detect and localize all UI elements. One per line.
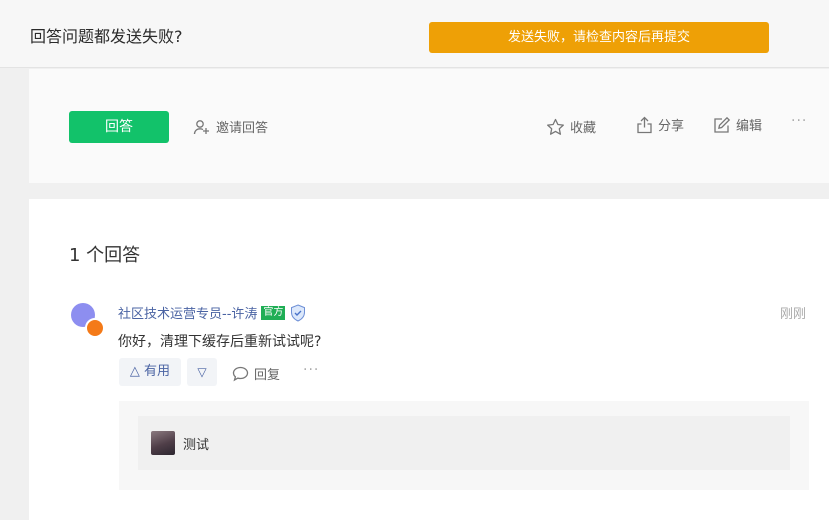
answer-button[interactable]: 回答 — [69, 111, 169, 143]
author-avatar-badge — [85, 318, 105, 338]
edit-button[interactable]: 编辑 — [713, 115, 762, 134]
more-actions-button[interactable]: ··· — [791, 113, 807, 129]
invite-label: 邀请回答 — [216, 121, 269, 136]
answers-section: 1 个回答 社区技术运营专员--许涛 官方 刚刚 你好，清理下缓存后重新试试呢?… — [29, 199, 829, 520]
answer-author-row: 社区技术运营专员--许涛 官方 — [118, 303, 307, 322]
vote-up-button[interactable]: △ 有用 — [119, 358, 181, 386]
comment-list: 测试 — [119, 401, 809, 490]
comment-item: 测试 — [138, 416, 790, 470]
question-header: 回答问题都发送失败? 发送失败，请检查内容后再提交 — [0, 0, 829, 68]
share-icon — [637, 116, 652, 133]
shield-icon — [291, 303, 306, 322]
share-button[interactable]: 分享 — [636, 115, 684, 134]
answer-content: 你好，清理下缓存后重新试试呢? — [118, 334, 322, 350]
question-actions-card: 回答 邀请回答 收藏 分享 编辑 ··· — [29, 69, 829, 183]
star-icon — [547, 118, 564, 135]
edit-label: 编辑 — [736, 119, 763, 134]
vote-down-button[interactable]: ▽ — [187, 358, 217, 386]
favorite-label: 收藏 — [570, 121, 597, 136]
invite-answer-button[interactable]: 邀请回答 — [193, 117, 268, 136]
answer-time: 刚刚 — [780, 307, 807, 322]
edit-icon — [714, 116, 731, 133]
comment-icon — [232, 366, 249, 381]
author-name[interactable]: 社区技术运营专员--许涛 — [118, 303, 257, 322]
question-title: 回答问题都发送失败? — [30, 27, 183, 46]
error-toast: 发送失败，请检查内容后再提交 — [429, 22, 769, 53]
share-label: 分享 — [658, 119, 685, 134]
answer-more-button[interactable]: ··· — [303, 362, 319, 378]
official-badge: 官方 — [261, 305, 286, 320]
reply-button[interactable]: 回复 — [232, 364, 280, 383]
commenter-avatar[interactable] — [151, 431, 175, 455]
user-plus-icon — [193, 119, 209, 134]
reply-label: 回复 — [254, 368, 281, 383]
favorite-button[interactable]: 收藏 — [546, 117, 596, 136]
comment-text: 测试 — [183, 438, 210, 453]
answer-count: 1 个回答 — [69, 245, 141, 266]
